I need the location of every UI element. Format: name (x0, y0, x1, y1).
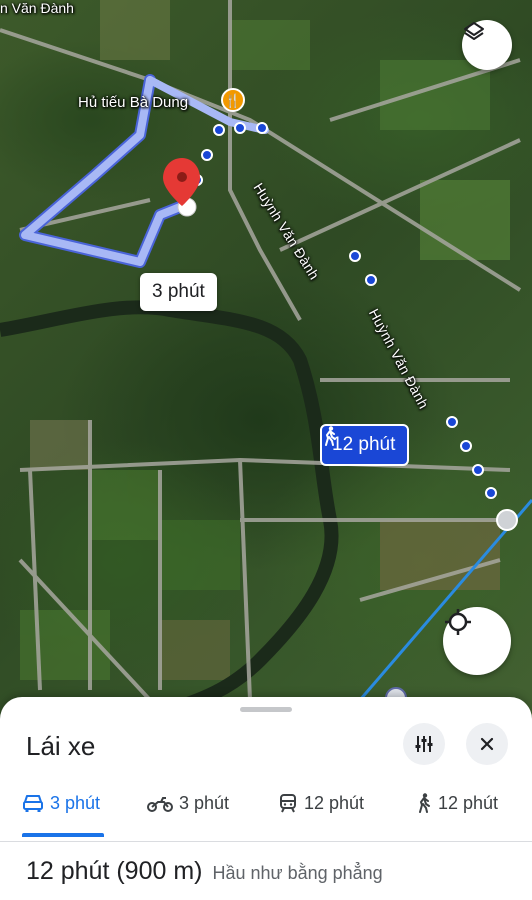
walk-icon (325, 426, 336, 446)
tab-walking[interactable]: 12 phút (416, 793, 498, 837)
tab-driving[interactable]: 3 phút (22, 793, 100, 837)
route-summary[interactable]: 12 phút (900 m) Hầu như bằng phẳng (26, 857, 383, 886)
tab-motorbike[interactable]: 3 phút (147, 793, 229, 837)
sheet-title: Lái xe (26, 731, 96, 761)
active-tab-indicator (22, 833, 104, 837)
route-end-marker (496, 509, 518, 531)
tab-driving-label: 3 phút (50, 793, 101, 813)
walk-time-bubble[interactable]: 12 phút (320, 424, 410, 466)
tab-transit-label: 12 phút (304, 793, 365, 813)
sliders-icon (415, 736, 433, 752)
close-button[interactable] (466, 723, 508, 765)
my-location-button[interactable] (443, 607, 511, 675)
travel-mode-tabs: 3 phút 3 phút 12 phút 12 phút (0, 793, 532, 837)
restaurant-icon[interactable]: 🍴 (221, 88, 245, 112)
car-icon (23, 795, 43, 812)
crosshair-icon (445, 609, 471, 635)
layers-icon (464, 22, 484, 40)
route-terrain-note: Hầu như bằng phẳng (212, 863, 383, 883)
drive-time-bubble[interactable]: 3 phút (140, 273, 217, 311)
drag-handle[interactable] (240, 707, 292, 712)
walk-time-text: 12 phút (332, 434, 396, 455)
tab-motorbike-label: 3 phút (179, 793, 230, 813)
tab-transit[interactable]: 12 phút (278, 793, 364, 837)
tab-walking-label: 12 phút (438, 793, 499, 813)
pin-icon (163, 158, 200, 206)
layers-button[interactable] (462, 20, 512, 70)
motorbike-icon (147, 797, 173, 812)
walk-icon (419, 793, 430, 813)
transit-icon (280, 794, 296, 813)
road-label-top: n Văn Đành (0, 0, 74, 16)
close-icon (480, 737, 494, 751)
directions-sheet: Lái xe 3 phút 3 phút 12 phút 12 phút 12 … (0, 697, 532, 900)
route-options-button[interactable] (403, 723, 445, 765)
poi-label[interactable]: Hủ tiếu Bà Dung (78, 94, 188, 111)
route-duration-distance: 12 phút (900 m) (26, 857, 203, 885)
divider (0, 841, 532, 842)
